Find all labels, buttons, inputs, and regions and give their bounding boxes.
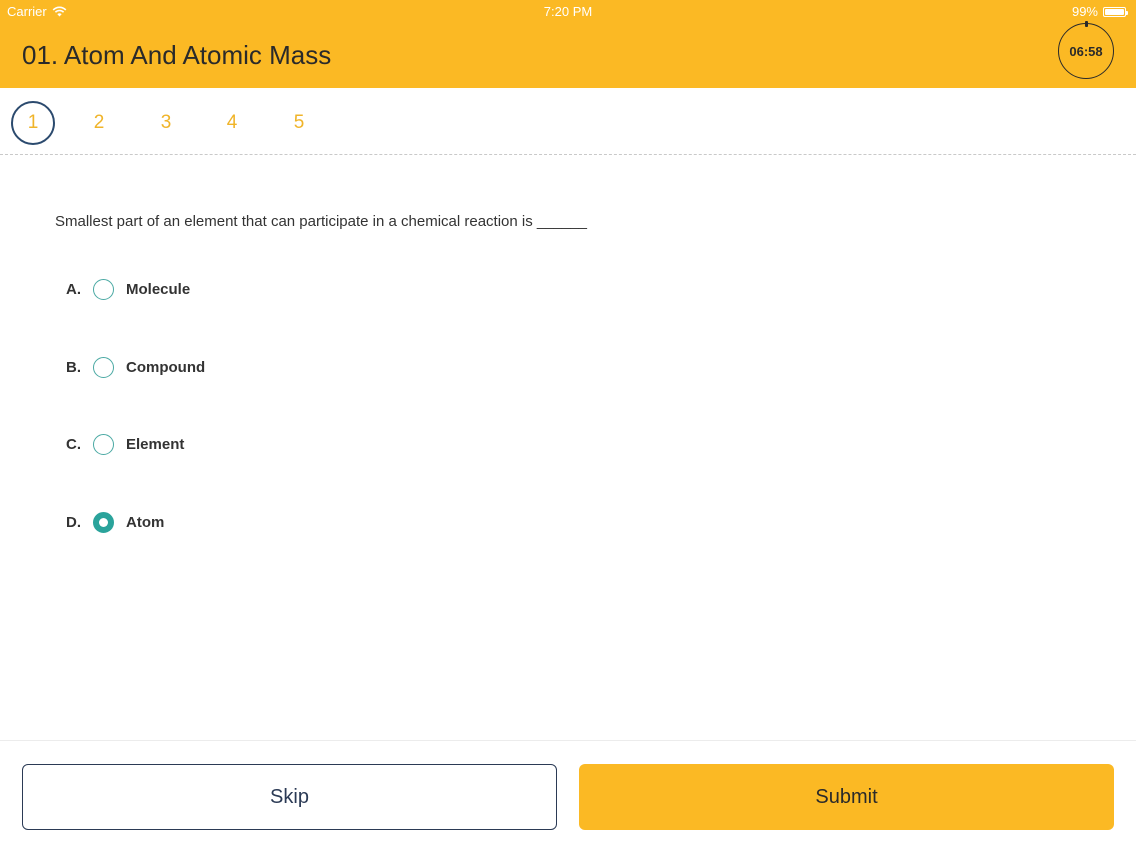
- app-header: Carrier 7:20 PM 99% 01. Atom And Atomic …: [0, 0, 1136, 88]
- question-nav-item-2[interactable]: 2: [77, 101, 121, 145]
- question-nav-item-5[interactable]: 5: [277, 101, 321, 145]
- radio-button[interactable]: [93, 433, 114, 455]
- option-label: Compound: [126, 358, 206, 376]
- question-nav-item-1[interactable]: 1: [11, 101, 55, 145]
- battery-icon: [1103, 6, 1128, 17]
- status-time: 7:20 PM: [543, 4, 593, 19]
- option-b[interactable]: B. Compound: [66, 355, 205, 379]
- option-letter: A.: [66, 280, 81, 298]
- countdown-timer: 06:58: [1058, 21, 1114, 79]
- skip-button[interactable]: Skip: [22, 764, 557, 830]
- option-letter: D.: [66, 513, 81, 531]
- question-text: Smallest part of an element that can par…: [55, 213, 587, 230]
- radio-button[interactable]: [93, 278, 114, 300]
- radio-button[interactable]: [93, 511, 114, 533]
- question-nav-item-3[interactable]: 3: [144, 101, 188, 145]
- submit-button[interactable]: Submit: [579, 764, 1114, 830]
- option-a[interactable]: A. Molecule: [66, 277, 190, 301]
- footer-divider: [0, 740, 1136, 741]
- option-label: Molecule: [126, 280, 191, 298]
- option-c[interactable]: C. Element: [66, 432, 184, 456]
- timer-value: 06:58: [1069, 43, 1103, 59]
- page-title: 01. Atom And Atomic Mass: [22, 40, 332, 70]
- option-letter: B.: [66, 358, 81, 376]
- battery-indicator: 99%: [1071, 4, 1128, 19]
- option-letter: C.: [66, 435, 81, 453]
- radio-button[interactable]: [93, 356, 114, 378]
- option-label: Atom: [126, 513, 165, 531]
- status-bar: Carrier 7:20 PM 99%: [0, 0, 1136, 22]
- battery-percent: 99%: [1071, 4, 1098, 19]
- option-label: Element: [126, 435, 185, 453]
- question-navigator: 1 2 3 4 5: [0, 88, 1136, 155]
- question-nav-item-4[interactable]: 4: [210, 101, 254, 145]
- timer-progress-icon: [1085, 21, 1088, 27]
- option-d[interactable]: D. Atom: [66, 510, 164, 534]
